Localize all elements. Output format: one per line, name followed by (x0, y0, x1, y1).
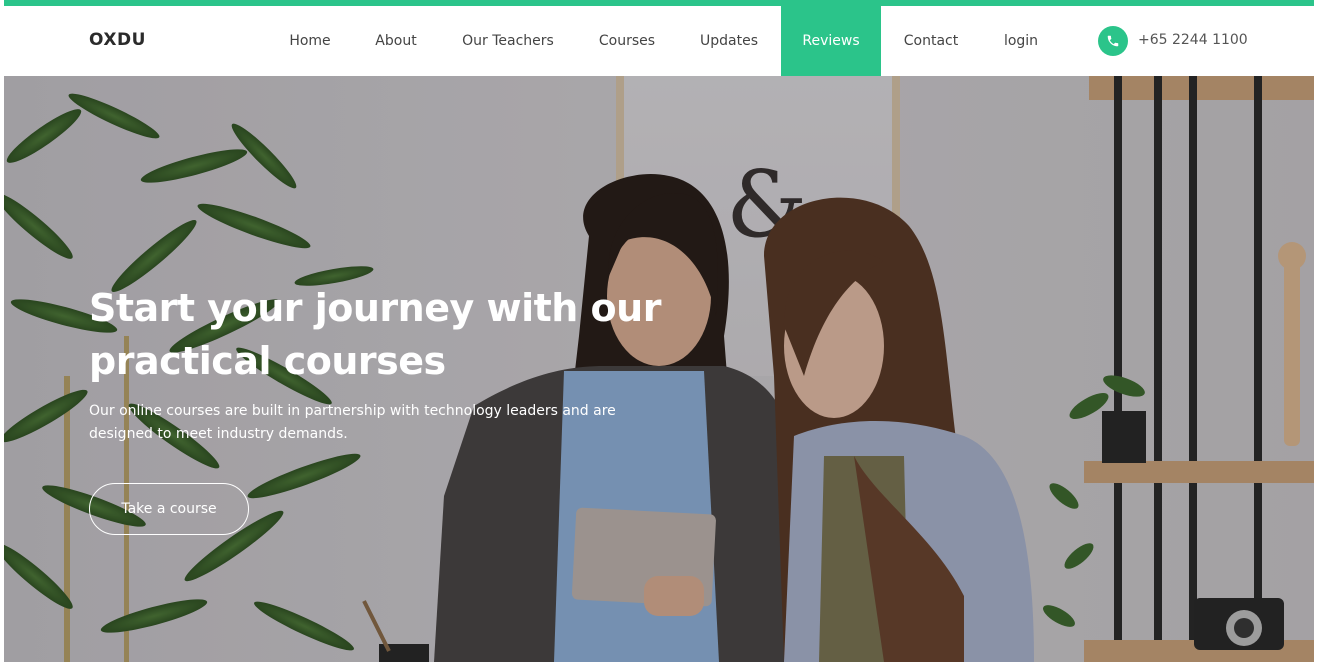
nav-item-reviews[interactable]: Reviews (781, 6, 881, 76)
hero-title: Start your journey with our practical co… (89, 286, 661, 383)
site-logo[interactable]: OXDU (89, 30, 146, 50)
phone-icon[interactable] (1098, 26, 1128, 56)
hero-section: & Start your journey with our practical … (4, 76, 1314, 662)
navbar: OXDU Home About Our Teachers Courses Upd… (4, 6, 1314, 76)
nav-item-courses[interactable]: Courses (585, 6, 669, 76)
page-edge (1314, 0, 1318, 662)
phone-number[interactable]: +65 2244 1100 (1138, 32, 1248, 48)
nav-item-about[interactable]: About (360, 6, 432, 76)
nav-item-login[interactable]: login (989, 6, 1053, 76)
nav-item-home[interactable]: Home (276, 6, 344, 76)
take-a-course-button[interactable]: Take a course (89, 483, 249, 535)
hero-subtitle: Our online courses are built in partners… (89, 403, 616, 442)
nav-item-updates[interactable]: Updates (685, 6, 773, 76)
nav-item-our-teachers[interactable]: Our Teachers (447, 6, 569, 76)
nav-item-contact[interactable]: Contact (889, 6, 973, 76)
page: OXDU Home About Our Teachers Courses Upd… (0, 0, 1318, 662)
